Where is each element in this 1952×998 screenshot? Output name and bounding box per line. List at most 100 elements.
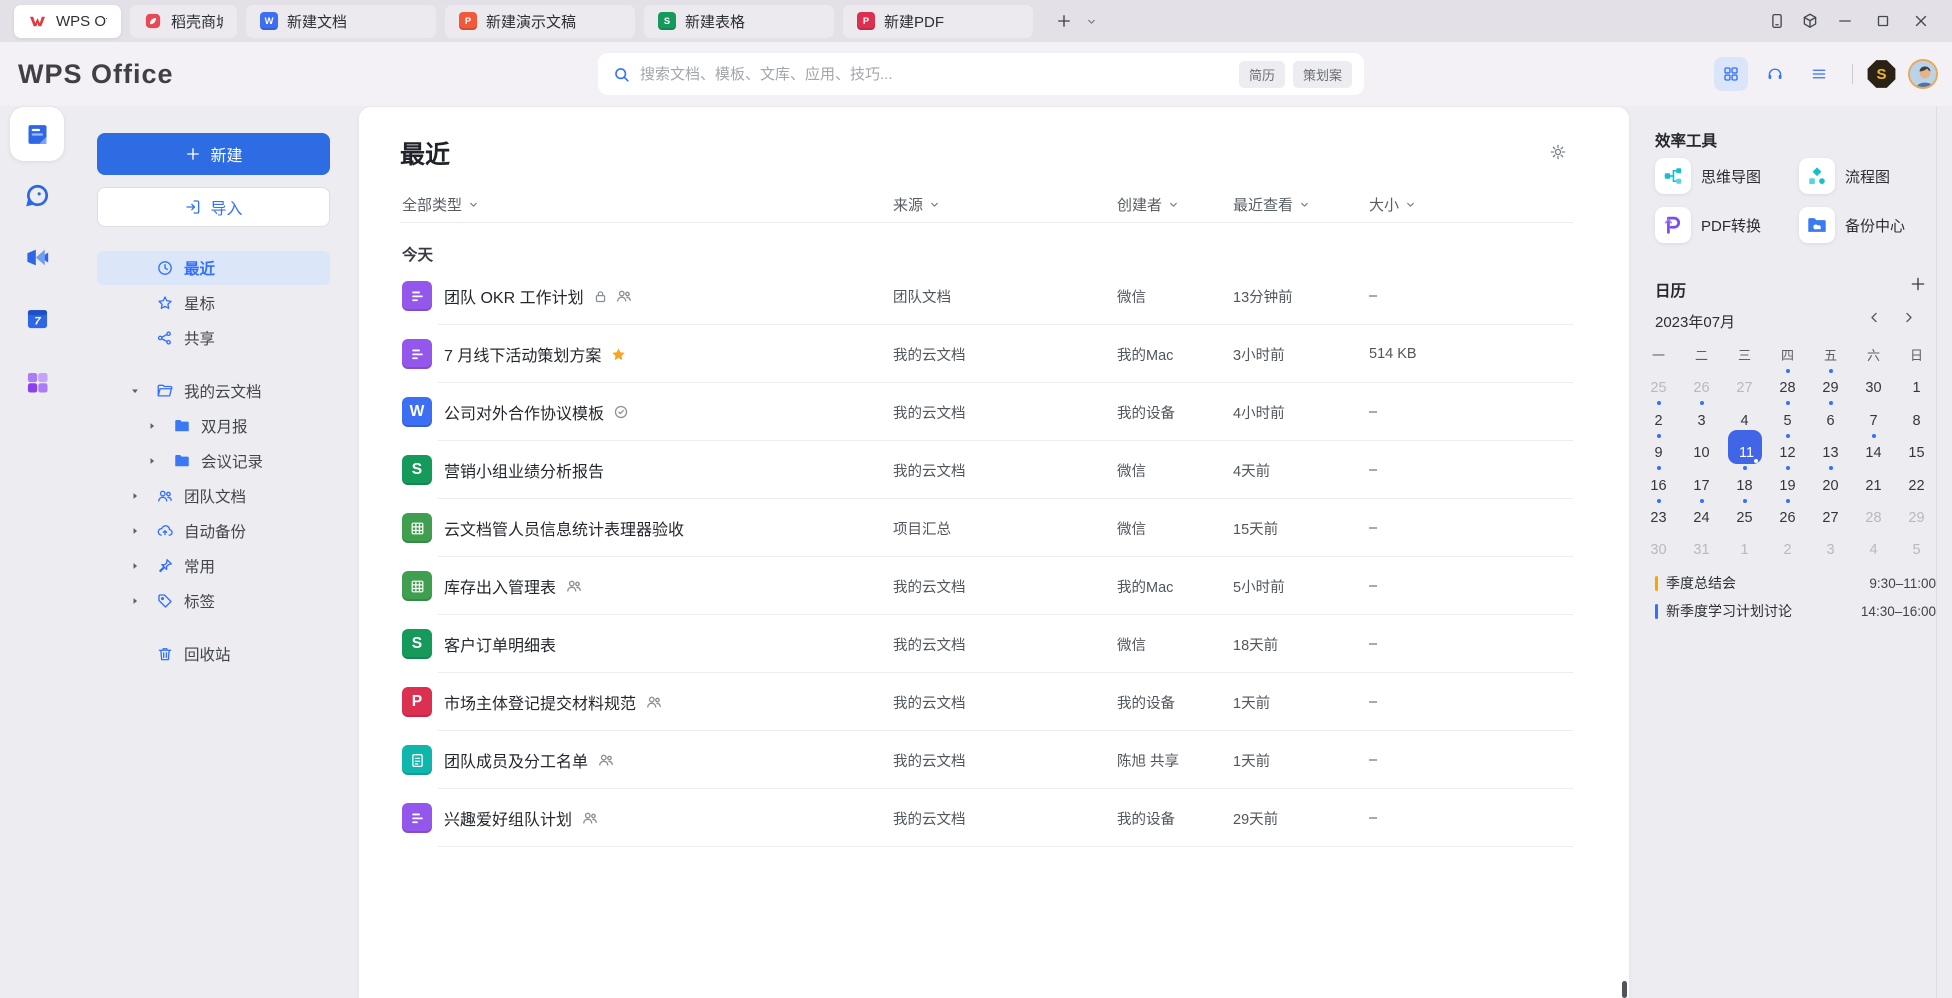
tab-0[interactable]: WPS Office [14, 5, 121, 38]
file-row[interactable]: 云文档管人员信息统计表理器验收 项目汇总 微信 15天前 – [359, 499, 1629, 557]
tool-备份中心[interactable]: 备份中心 [1799, 205, 1939, 245]
calendar-day-5[interactable]: 5 [1766, 399, 1809, 431]
calendar-day-9[interactable]: 9 [1637, 432, 1680, 464]
menu-icon[interactable] [1802, 57, 1836, 91]
file-row[interactable]: 7 月线下活动策划方案 我的云文档 我的Mac 3小时前 514 KB [359, 325, 1629, 383]
calendar-day-14[interactable]: 14 [1852, 432, 1895, 464]
calendar-event[interactable]: 新季度学习计划讨论 14:30–16:00 [1655, 598, 1936, 624]
calendar-day-1[interactable]: 1 [1895, 367, 1938, 399]
calendar-day-20[interactable]: 20 [1809, 464, 1852, 496]
caret-down-icon[interactable] [130, 386, 140, 396]
calendar-day-4[interactable]: 4 [1723, 399, 1766, 431]
import-button[interactable]: 导入 [97, 187, 330, 227]
headset-support-icon[interactable] [1758, 57, 1792, 91]
user-avatar[interactable] [1908, 59, 1938, 89]
new-tab-button[interactable] [1055, 12, 1073, 30]
sidebar-item-标签[interactable]: 标签 [97, 584, 330, 618]
calendar-add-icon[interactable] [1909, 275, 1927, 293]
file-row[interactable]: S 营销小组业绩分析报告 我的云文档 微信 4天前 – [359, 441, 1629, 499]
maximize-button[interactable] [1864, 0, 1902, 42]
sidebar-item-团队文档[interactable]: 团队文档 [97, 479, 330, 513]
new-document-button[interactable]: 新建 [97, 133, 330, 175]
calendar-next-icon[interactable] [1901, 310, 1916, 325]
rail-apps[interactable] [10, 355, 64, 409]
calendar-day-10[interactable]: 10 [1680, 432, 1723, 464]
search-tag-resume[interactable]: 简历 [1239, 61, 1285, 88]
calendar-day-2[interactable]: 2 [1766, 529, 1809, 561]
calendar-day-7[interactable]: 7 [1852, 399, 1895, 431]
calendar-day-1[interactable]: 1 [1723, 529, 1766, 561]
filter-2[interactable]: 创建者 [1117, 194, 1180, 215]
calendar-day-18[interactable]: 18 [1723, 464, 1766, 496]
tab-3[interactable]: P新建演示文稿 [445, 5, 635, 38]
file-row[interactable]: 兴趣爱好组队计划 我的云文档 我的设备 29天前 – [359, 789, 1629, 847]
calendar-day-28[interactable]: 28 [1766, 367, 1809, 399]
mobile-device-button[interactable] [1760, 0, 1793, 42]
calendar-day-16[interactable]: 16 [1637, 464, 1680, 496]
filter-1[interactable]: 来源 [893, 194, 941, 215]
calendar-day-21[interactable]: 21 [1852, 464, 1895, 496]
tab-4[interactable]: S新建表格 [644, 5, 834, 38]
workspace-cube-button[interactable] [1793, 0, 1826, 42]
calendar-day-6[interactable]: 6 [1809, 399, 1852, 431]
calendar-day-19[interactable]: 19 [1766, 464, 1809, 496]
rail-chat[interactable] [10, 168, 64, 222]
rail-calendar[interactable]: 7 [10, 291, 64, 345]
caret-right-icon[interactable] [130, 596, 140, 606]
caret-right-icon[interactable] [130, 491, 140, 501]
calendar-day-25[interactable]: 25 [1637, 367, 1680, 399]
file-row[interactable]: 团队 OKR 工作计划 团队文档 微信 13分钟前 – [359, 267, 1629, 325]
minimize-button[interactable] [1826, 0, 1864, 42]
sidebar-item-最近[interactable]: 最近 [97, 251, 330, 285]
search-bar[interactable]: 简历 策划案 [598, 53, 1364, 95]
tab-5[interactable]: P新建PDF [843, 5, 1033, 38]
calendar-day-12[interactable]: 12 [1766, 432, 1809, 464]
calendar-day-13[interactable]: 13 [1809, 432, 1852, 464]
scrollbar-thumb[interactable] [1622, 981, 1627, 998]
filter-0[interactable]: 全部类型 [402, 194, 480, 215]
file-row[interactable]: 团队成员及分工名单 我的云文档 陈旭 共享 1天前 – [359, 731, 1629, 789]
calendar-day-24[interactable]: 24 [1680, 497, 1723, 529]
calendar-day-29[interactable]: 29 [1895, 497, 1938, 529]
calendar-day-31[interactable]: 31 [1680, 529, 1723, 561]
sidebar-item-双月报[interactable]: 双月报 [97, 409, 330, 443]
calendar-day-25[interactable]: 25 [1723, 497, 1766, 529]
tab-list-chevron-icon[interactable] [1085, 15, 1098, 28]
file-row[interactable]: W 公司对外合作协议模板 我的云文档 我的设备 4小时前 – [359, 383, 1629, 441]
calendar-day-29[interactable]: 29 [1809, 367, 1852, 399]
sidebar-item-星标[interactable]: 星标 [97, 286, 330, 320]
apps-grid-icon[interactable] [1714, 57, 1748, 91]
calendar-day-4[interactable]: 4 [1852, 529, 1895, 561]
file-row[interactable]: 库存出入管理表 我的云文档 我的Mac 5小时前 – [359, 557, 1629, 615]
close-button[interactable] [1902, 0, 1940, 42]
tool-流程图[interactable]: 流程图 [1799, 156, 1939, 196]
tool-PDF转换[interactable]: PDF转换 [1655, 205, 1795, 245]
calendar-day-2[interactable]: 2 [1637, 399, 1680, 431]
calendar-day-8[interactable]: 8 [1895, 399, 1938, 431]
calendar-day-28[interactable]: 28 [1852, 497, 1895, 529]
calendar-day-30[interactable]: 30 [1852, 367, 1895, 399]
settings-gear-icon[interactable] [1549, 143, 1567, 161]
tool-思维导图[interactable]: 思维导图 [1655, 156, 1795, 196]
rail-meeting[interactable] [10, 230, 64, 284]
sidebar-item-自动备份[interactable]: 自动备份 [97, 514, 330, 548]
sidebar-item-共享[interactable]: 共享 [97, 321, 330, 355]
caret-right-icon[interactable] [130, 561, 140, 571]
search-tag-plan[interactable]: 策划案 [1293, 61, 1352, 88]
file-row[interactable]: P 市场主体登记提交材料规范 我的云文档 我的设备 1天前 – [359, 673, 1629, 731]
filter-4[interactable]: 大小 [1369, 194, 1417, 215]
sidebar-item-回收站[interactable]: 回收站 [97, 637, 330, 671]
file-row[interactable]: S 客户订单明细表 我的云文档 微信 18天前 – [359, 615, 1629, 673]
calendar-day-17[interactable]: 17 [1680, 464, 1723, 496]
sidebar-item-会议记录[interactable]: 会议记录 [97, 444, 330, 478]
calendar-day-23[interactable]: 23 [1637, 497, 1680, 529]
tab-1[interactable]: 稻壳商城 [130, 5, 237, 38]
calendar-day-15[interactable]: 15 [1895, 432, 1938, 464]
calendar-day-22[interactable]: 22 [1895, 464, 1938, 496]
calendar-prev-icon[interactable] [1867, 310, 1882, 325]
filter-3[interactable]: 最近查看 [1233, 194, 1311, 215]
calendar-day-27[interactable]: 27 [1809, 497, 1852, 529]
calendar-day-27[interactable]: 27 [1723, 367, 1766, 399]
calendar-day-11[interactable]: 11 [1723, 432, 1766, 464]
caret-right-icon[interactable] [147, 456, 157, 466]
